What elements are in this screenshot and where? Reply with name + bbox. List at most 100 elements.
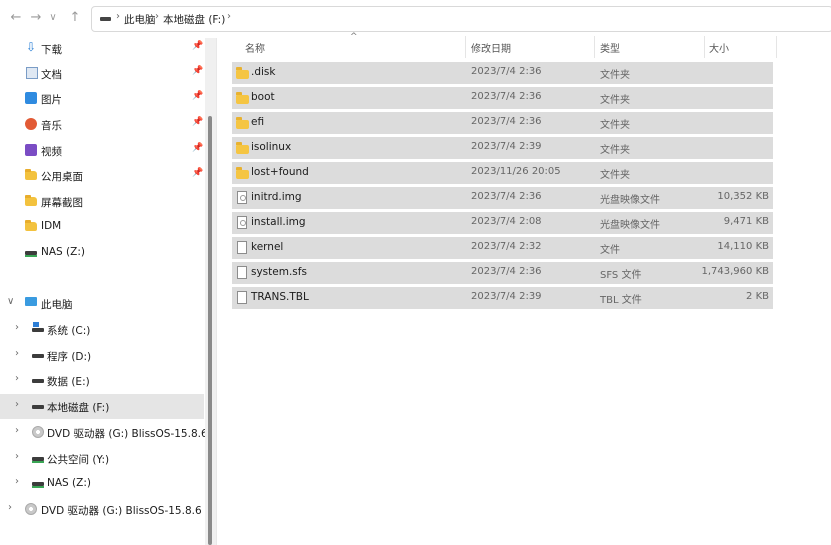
- file-row[interactable]: efi 2023/7/4 2:36 文件夹: [232, 112, 773, 134]
- drive-icon: [32, 379, 44, 383]
- column-divider[interactable]: [465, 36, 466, 58]
- file-size: 14,110 KB: [717, 241, 769, 252]
- pin-icon[interactable]: 📌: [192, 143, 203, 153]
- file-date: 2023/7/4 2:36: [471, 66, 542, 77]
- file-row[interactable]: boot 2023/7/4 2:36 文件夹: [232, 87, 773, 109]
- file-row[interactable]: .disk 2023/7/4 2:36 文件夹: [232, 62, 773, 84]
- file-name: kernel: [251, 241, 284, 253]
- recent-locations-icon[interactable]: ∨: [45, 9, 61, 27]
- sidebar-item-public-desktop[interactable]: 公用桌面 📌: [0, 163, 204, 188]
- file-date: 2023/11/26 20:05: [471, 166, 561, 177]
- file-type: TBL 文件: [600, 295, 642, 306]
- pin-icon[interactable]: 📌: [192, 117, 203, 127]
- sidebar-item-label: 公用桌面: [41, 171, 83, 183]
- sidebar-item-dvd-root[interactable]: › DVD 驱动器 (G:) BlissOS-15.8.6 (: [0, 497, 209, 522]
- sidebar-item-label: IDM: [41, 220, 62, 232]
- file-name: .disk: [251, 66, 276, 78]
- file-row[interactable]: lost+found 2023/11/26 20:05 文件夹: [232, 162, 773, 184]
- breadcrumb-this-pc[interactable]: 此电脑: [124, 12, 156, 27]
- up-arrow-icon[interactable]: ↑: [67, 9, 83, 27]
- folder-icon: [25, 195, 37, 206]
- file-row[interactable]: system.sfs 2023/7/4 2:36 SFS 文件 1,743,96…: [232, 262, 773, 284]
- file-row[interactable]: TRANS.TBL 2023/7/4 2:39 TBL 文件 2 KB: [232, 287, 773, 309]
- sidebar-item-label: 数据 (E:): [47, 376, 90, 388]
- file-date: 2023/7/4 2:32: [471, 241, 542, 252]
- column-divider[interactable]: [704, 36, 705, 58]
- column-header-name[interactable]: 名称: [245, 40, 265, 55]
- sidebar-item-drive-z[interactable]: › NAS (Z:): [0, 471, 204, 496]
- sidebar-item-music[interactable]: 音乐 📌: [0, 112, 204, 137]
- network-drive-icon: [25, 251, 37, 257]
- sidebar-item-idm[interactable]: IDM: [0, 214, 204, 239]
- sidebar-item-videos[interactable]: 视频 📌: [0, 138, 204, 163]
- back-arrow-icon[interactable]: ←: [8, 9, 24, 27]
- sidebar-item-label: 本地磁盘 (F:): [47, 402, 110, 414]
- chevron-right-icon[interactable]: ›: [15, 322, 19, 333]
- sidebar-item-documents[interactable]: 文档 📌: [0, 61, 204, 86]
- pin-icon[interactable]: 📌: [192, 41, 203, 51]
- breadcrumb-separator: ›: [116, 11, 120, 22]
- pin-icon[interactable]: 📌: [192, 91, 203, 101]
- column-header-type[interactable]: 类型: [600, 40, 620, 55]
- breadcrumb-separator: ›: [155, 11, 159, 22]
- scrollbar-thumb[interactable]: [208, 116, 212, 545]
- folder-icon: [236, 142, 249, 154]
- sidebar-item-drive-e[interactable]: › 数据 (E:): [0, 368, 204, 393]
- file-row[interactable]: initrd.img 2023/7/4 2:36 光盘映像文件 10,352 K…: [232, 187, 773, 209]
- forward-arrow-icon[interactable]: →: [28, 9, 44, 27]
- sidebar-item-screenshots[interactable]: 屏幕截图: [0, 189, 204, 214]
- breadcrumb-drive-f[interactable]: 本地磁盘 (F:): [163, 12, 225, 27]
- file-type: 文件夹: [600, 70, 630, 81]
- pin-icon[interactable]: 📌: [192, 66, 203, 76]
- file-icon: [237, 266, 247, 279]
- file-row[interactable]: isolinux 2023/7/4 2:39 文件夹: [232, 137, 773, 159]
- file-type: 文件: [600, 245, 620, 256]
- sort-ascending-icon: ^: [350, 32, 358, 42]
- file-row[interactable]: install.img 2023/7/4 2:08 光盘映像文件 9,471 K…: [232, 212, 773, 234]
- column-header-size[interactable]: 大小: [709, 40, 729, 55]
- sidebar-item-label: DVD 驱动器 (G:) BlissOS-15.8.6 (: [41, 505, 210, 517]
- sidebar-scrollbar[interactable]: [205, 38, 216, 545]
- sidebar-item-drive-y[interactable]: › 公共空间 (Y:): [0, 446, 204, 471]
- sidebar-item-drive-d[interactable]: › 程序 (D:): [0, 343, 204, 368]
- chevron-right-icon[interactable]: ›: [8, 502, 12, 513]
- chevron-down-icon[interactable]: ∨: [7, 296, 14, 307]
- file-date: 2023/7/4 2:39: [471, 291, 542, 302]
- drive-icon: [100, 17, 111, 21]
- download-icon: ⇩: [25, 40, 37, 54]
- file-name: initrd.img: [251, 191, 302, 203]
- navigation-bar: ← → ∨ ↑ › 此电脑 › 本地磁盘 (F:) ›: [0, 0, 831, 38]
- sidebar-item-label: 文档: [41, 69, 62, 81]
- column-divider[interactable]: [594, 36, 595, 58]
- sidebar-item-drive-f[interactable]: › 本地磁盘 (F:): [0, 394, 204, 419]
- address-bar[interactable]: › 此电脑 › 本地磁盘 (F:) ›: [91, 6, 831, 32]
- chevron-right-icon[interactable]: ›: [15, 451, 19, 462]
- network-drive-icon: [32, 482, 44, 488]
- sidebar-item-drive-c[interactable]: › 系统 (C:): [0, 317, 204, 342]
- sidebar-item-downloads[interactable]: ⇩ 下载 📌: [0, 36, 204, 61]
- file-date: 2023/7/4 2:36: [471, 116, 542, 127]
- file-icon: [237, 291, 247, 304]
- column-divider[interactable]: [776, 36, 777, 58]
- network-drive-icon: [32, 457, 44, 463]
- column-header-date[interactable]: 修改日期: [471, 40, 511, 55]
- file-icon: [237, 241, 247, 254]
- sidebar-item-nas-quick[interactable]: NAS (Z:): [0, 240, 204, 265]
- file-name: isolinux: [251, 141, 292, 153]
- sidebar-item-label: 系统 (C:): [47, 325, 91, 337]
- chevron-right-icon[interactable]: ›: [15, 399, 19, 410]
- chevron-right-icon[interactable]: ›: [15, 476, 19, 487]
- sidebar-item-this-pc[interactable]: ∨ 此电脑: [0, 291, 204, 316]
- pin-icon[interactable]: 📌: [192, 168, 203, 178]
- file-size: 1,743,960 KB: [701, 266, 770, 277]
- sidebar-item-pictures[interactable]: 图片 📌: [0, 86, 204, 111]
- file-size: 9,471 KB: [723, 216, 769, 227]
- chevron-right-icon[interactable]: ›: [15, 373, 19, 384]
- sidebar-item-drive-g[interactable]: › DVD 驱动器 (G:) BlissOS-15.8.6 (: [0, 420, 215, 445]
- drive-icon: [32, 354, 44, 358]
- picture-icon: [25, 92, 37, 104]
- chevron-right-icon[interactable]: ›: [15, 425, 19, 436]
- chevron-right-icon[interactable]: ›: [15, 348, 19, 359]
- sidebar-item-label: 此电脑: [41, 299, 73, 311]
- file-row[interactable]: kernel 2023/7/4 2:32 文件 14,110 KB: [232, 237, 773, 259]
